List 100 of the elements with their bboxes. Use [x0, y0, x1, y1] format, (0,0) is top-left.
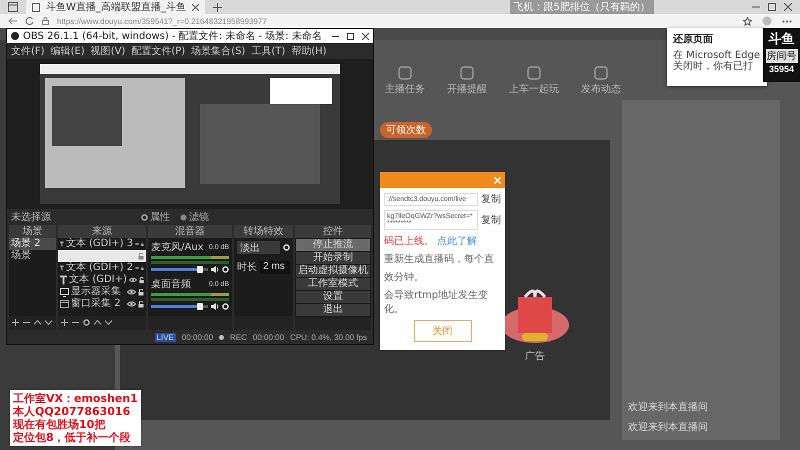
source-item[interactable]: 文本 (GDI+) 3 [58, 238, 146, 250]
dock-title: 场景 [9, 225, 56, 238]
refresh-icon[interactable] [25, 16, 34, 26]
info-text: 重新生成直播码，每个直 [383, 252, 495, 266]
notification-title: 还原页面 [673, 32, 714, 46]
nav-label[interactable]: 开播提醒 [447, 82, 487, 96]
close-icon[interactable] [362, 32, 369, 40]
menu-item[interactable]: 视图(V) [90, 44, 126, 58]
menu-item[interactable]: 帮助(H) [291, 44, 327, 58]
back-icon[interactable] [8, 17, 17, 25]
menu-item[interactable]: 文件(F) [11, 44, 45, 58]
audio-meter-icon [151, 256, 230, 264]
lock-icon[interactable] [141, 264, 144, 272]
chat-message: 欢迎来到本直播间 [628, 400, 709, 414]
control-button[interactable]: 启动虚拟摄像机 [296, 265, 370, 277]
overlay-line: 本人QQ2077863016 [13, 405, 132, 418]
scene-item[interactable]: 场景 [9, 250, 56, 262]
source-item[interactable]: 显示器采集 [58, 286, 146, 298]
live-time: 00:00:00 [182, 332, 214, 342]
speaker-icon[interactable] [211, 303, 220, 310]
add-icon[interactable] [12, 318, 19, 326]
duration-field[interactable]: 2 ms [260, 260, 290, 274]
live-label: LIVE [154, 332, 176, 342]
logo-text: 斗鱼 [768, 31, 794, 48]
scene-item[interactable]: 场景 2 [9, 238, 56, 250]
cpu-stats: CPU: 0.4%, 30.00 fps [290, 332, 367, 342]
gear-icon[interactable] [222, 303, 230, 310]
eye-icon[interactable] [127, 289, 136, 295]
filter-icon [180, 214, 187, 220]
menu-item[interactable]: 配置文件(P) [131, 44, 186, 58]
notice-text: 码已上线。 [384, 234, 434, 248]
add-icon[interactable] [61, 318, 68, 326]
more-icon[interactable] [782, 20, 792, 22]
overlay-line: 工作室VX：emoshen1 [13, 392, 138, 405]
transition-select[interactable]: 淡出 [237, 241, 280, 254]
volume-slider[interactable] [196, 266, 203, 273]
duration-label: 时长 [237, 260, 258, 274]
copy-button[interactable]: 复制 [481, 213, 501, 227]
gear-icon [141, 214, 148, 220]
gear-icon[interactable] [283, 244, 290, 251]
dock-title: 混音器 [148, 225, 232, 238]
source-item[interactable]: 文本 (GDI+) 2 [58, 262, 146, 274]
nav-label[interactable]: 发布动态 [581, 82, 621, 96]
dock-title: 转场特效 [234, 225, 293, 238]
lock-icon[interactable] [138, 276, 144, 284]
lock-icon[interactable] [141, 240, 144, 248]
control-button[interactable]: 退出 [296, 304, 370, 316]
down-icon[interactable] [45, 320, 52, 324]
lock-icon[interactable] [138, 288, 144, 296]
control-button[interactable]: 工作室模式 [296, 278, 370, 290]
nav-icon[interactable] [398, 66, 412, 80]
maximize-icon[interactable] [768, 3, 776, 11]
menu-item[interactable]: 编辑(E) [50, 44, 85, 58]
lock-icon [42, 17, 49, 25]
window-icon [60, 300, 70, 308]
ad-label: 广告 [525, 350, 545, 363]
nav-icon[interactable] [460, 66, 474, 80]
nav-label[interactable]: 上车一起玩 [509, 82, 559, 96]
copy-button[interactable]: 复制 [481, 192, 501, 206]
source-item[interactable]: 文本 (GDI+) [58, 274, 146, 286]
dock-title: 控件 [295, 225, 371, 238]
nav-icon[interactable] [527, 66, 541, 80]
browser-tab[interactable]: 斗鱼W直播_高端联盟直播_斗鱼 [26, 0, 205, 16]
up-icon[interactable] [94, 320, 102, 324]
speaker-icon[interactable] [211, 266, 220, 273]
overlay-line: 定位包8，低于补一个段 [13, 431, 132, 444]
eye-icon[interactable] [127, 301, 136, 307]
claim-button[interactable]: 可领次数 [380, 122, 432, 138]
new-tab-icon[interactable] [212, 2, 222, 12]
star-icon[interactable] [743, 16, 752, 26]
window-menu-icon[interactable] [8, 2, 18, 12]
room-label: 房间号 [766, 49, 798, 63]
tab-title: 斗鱼W直播_高端联盟直播_斗鱼 [46, 0, 186, 14]
info-text: 会导致rtmp地址发生变化。 [383, 288, 490, 316]
settings-icon[interactable] [83, 318, 90, 326]
eye-icon[interactable] [128, 277, 137, 283]
maximize-icon[interactable] [347, 32, 354, 40]
gear-icon[interactable] [222, 266, 230, 273]
down-icon[interactable] [105, 320, 112, 324]
notification-text: 在 Microsoft Edge 关闭时，你有已打 [673, 50, 761, 72]
nav-label[interactable]: 主播任务 [385, 82, 425, 96]
nav-icon[interactable] [594, 66, 608, 80]
lock-icon[interactable] [138, 300, 144, 308]
menu-item[interactable]: 工具(T) [251, 44, 286, 58]
control-button[interactable]: 停止推流 [296, 239, 370, 251]
menu-item[interactable]: 场景集合(S) [191, 44, 246, 58]
toolbar-button[interactable]: 滤镜 [180, 210, 209, 224]
volume-slider[interactable] [196, 303, 203, 310]
control-button[interactable]: 设置 [296, 291, 370, 303]
text-icon [60, 239, 64, 249]
close-icon[interactable] [784, 3, 792, 11]
up-icon[interactable] [34, 320, 41, 324]
control-button[interactable]: 开始录制 [296, 252, 370, 264]
chat-message: 欢迎来到本直播间 [628, 420, 709, 434]
toolbar-button[interactable]: 属性 [141, 210, 170, 224]
eye-icon[interactable] [135, 241, 140, 247]
eye-icon[interactable] [135, 265, 140, 271]
close-icon[interactable] [192, 4, 199, 10]
source-item[interactable]: 窗口采集 2 [58, 298, 146, 310]
channel-name: 麦克风/Aux [151, 240, 204, 254]
